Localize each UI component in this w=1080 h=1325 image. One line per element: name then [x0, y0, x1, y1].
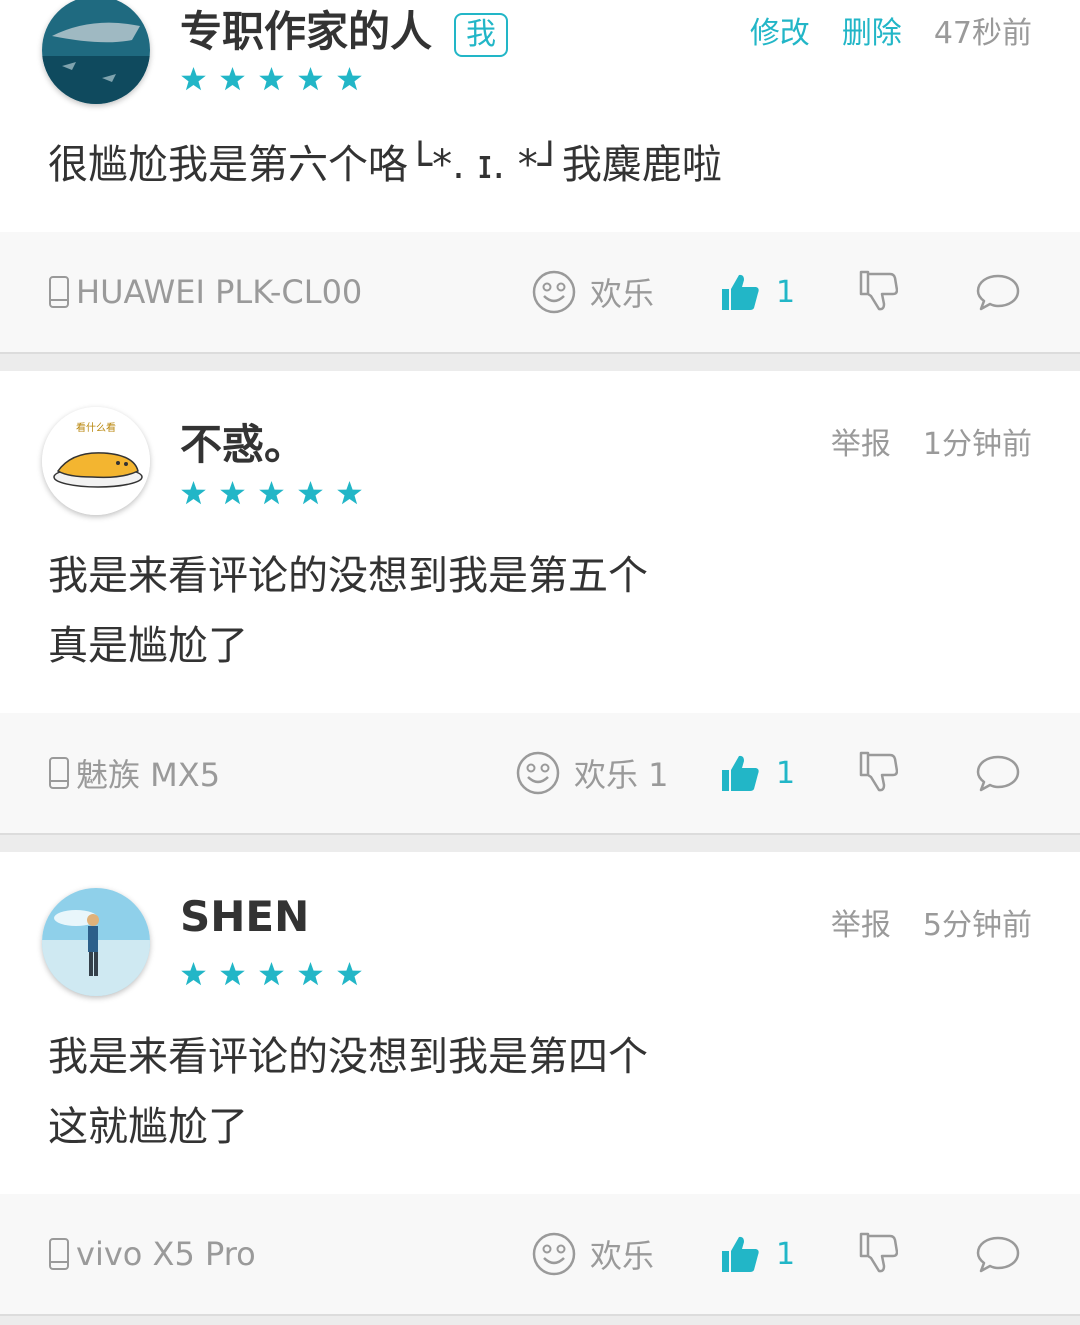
- star-icon: [180, 66, 207, 93]
- mood-button[interactable]: 欢乐 1: [516, 713, 669, 833]
- shark-avatar-image: [42, 0, 150, 104]
- rating-stars: [180, 961, 363, 988]
- smiley-icon: [532, 1232, 576, 1276]
- rating-stars: [180, 480, 363, 507]
- comment-meta: 举报 5分钟前: [831, 900, 1032, 944]
- timestamp: 47秒前: [933, 16, 1032, 51]
- like-button[interactable]: 1: [720, 232, 795, 352]
- phone-icon: [49, 276, 69, 308]
- phone-icon: [49, 757, 69, 789]
- author-name[interactable]: SHEN: [180, 892, 309, 941]
- mood-label: 欢乐: [590, 1237, 655, 1275]
- comment-meta: 修改 删除 47秒前: [750, 8, 1032, 52]
- device-info: 魅族 MX5: [48, 713, 220, 833]
- comment-text: 我是来看评论的没想到我是第五个 真是尴尬了: [48, 549, 1032, 673]
- smiley-icon: [516, 751, 560, 795]
- like-button[interactable]: 1: [720, 1194, 795, 1314]
- device-name: vivo X5 Pro: [76, 1235, 256, 1273]
- thumbs-down-icon[interactable]: [858, 751, 898, 793]
- comment-footer: 魅族 MX5 欢乐 1 1: [0, 713, 1080, 835]
- thumbs-up-icon: [722, 274, 759, 310]
- comment-meta: 举报 1分钟前: [831, 419, 1032, 463]
- comment-line: 真是尴尬了: [48, 623, 248, 669]
- like-count: 1: [776, 755, 796, 791]
- me-badge: 我: [454, 12, 509, 57]
- device-name: 魅族 MX5: [76, 756, 221, 794]
- smiley-icon: [532, 270, 576, 314]
- like-count: 1: [776, 274, 796, 310]
- like-button[interactable]: 1: [720, 713, 795, 833]
- report-button[interactable]: 举报: [831, 900, 891, 944]
- star-icon: [297, 961, 324, 988]
- delete-button[interactable]: 删除: [842, 8, 902, 52]
- mood-label: 欢乐 1: [574, 756, 669, 794]
- star-icon: [219, 480, 246, 507]
- comment-card: SHEN 举报 5分钟前 我是来看评论的没想到我是第四个 这就尴尬了 vivo …: [0, 852, 1080, 1316]
- thumbs-down-icon[interactable]: [858, 1232, 898, 1274]
- thumbs-down-icon[interactable]: [858, 270, 898, 312]
- star-icon: [297, 66, 324, 93]
- author-name[interactable]: 专职作家的人我: [180, 0, 509, 59]
- star-icon: [180, 961, 207, 988]
- mood-label: 欢乐: [590, 275, 655, 313]
- avatar-caption: 看什么看: [76, 421, 116, 434]
- comment-line: 很尴尬我是第六个咯└*. ɪ. *┘我麋鹿啦: [48, 142, 722, 188]
- comment-card: 看什么看 不惑。 举报 1分钟前 我是来看评论的没想到我是第五个 真是尴尬了 魅…: [0, 371, 1080, 835]
- rating-stars: [180, 66, 363, 93]
- star-icon: [336, 66, 363, 93]
- star-icon: [336, 480, 363, 507]
- comment-line: 我是来看评论的没想到我是第四个: [48, 1034, 648, 1080]
- comment-footer: vivo X5 Pro 欢乐 1: [0, 1194, 1080, 1316]
- star-icon: [180, 480, 207, 507]
- device-name: HUAWEI PLK-CL00: [76, 273, 363, 311]
- thumbs-up-icon: [722, 1236, 759, 1272]
- phone-icon: [49, 1238, 69, 1270]
- star-icon: [219, 66, 246, 93]
- reply-icon[interactable]: [976, 272, 1020, 312]
- mood-button[interactable]: 欢乐: [532, 232, 654, 352]
- comment-footer: HUAWEI PLK-CL00 欢乐 1: [0, 232, 1080, 354]
- comment-text: 很尴尬我是第六个咯└*. ɪ. *┘我麋鹿啦: [48, 138, 1032, 192]
- thumbs-up-icon: [722, 755, 759, 791]
- avatar[interactable]: 看什么看: [42, 407, 150, 515]
- device-info: vivo X5 Pro: [48, 1194, 256, 1314]
- boy-avatar-image: [42, 888, 150, 996]
- reply-icon[interactable]: [976, 1234, 1020, 1274]
- reply-icon[interactable]: [976, 753, 1020, 793]
- comment-text: 我是来看评论的没想到我是第四个 这就尴尬了: [48, 1030, 1032, 1154]
- like-count: 1: [776, 1236, 796, 1272]
- author-name[interactable]: 不惑。: [180, 411, 306, 472]
- timestamp: 1分钟前: [922, 427, 1032, 462]
- device-info: HUAWEI PLK-CL00: [48, 232, 362, 352]
- comment-line: 这就尴尬了: [48, 1104, 248, 1150]
- comment-card: 专职作家的人我 修改 删除 47秒前 很尴尬我是第六个咯└*. ɪ. *┘我麋鹿…: [0, 0, 1080, 354]
- avatar[interactable]: [42, 888, 150, 996]
- avatar[interactable]: [42, 0, 150, 104]
- star-icon: [258, 66, 285, 93]
- star-icon: [336, 961, 363, 988]
- star-icon: [258, 961, 285, 988]
- star-icon: [297, 480, 324, 507]
- timestamp: 5分钟前: [922, 908, 1032, 943]
- comment-line: 我是来看评论的没想到我是第五个: [48, 553, 648, 599]
- edit-button[interactable]: 修改: [750, 8, 810, 52]
- star-icon: [258, 480, 285, 507]
- report-button[interactable]: 举报: [831, 419, 891, 463]
- egg-avatar-image: 看什么看: [42, 407, 150, 515]
- mood-button[interactable]: 欢乐: [532, 1194, 654, 1314]
- author-name-text: 专职作家的人: [180, 7, 433, 56]
- star-icon: [219, 961, 246, 988]
